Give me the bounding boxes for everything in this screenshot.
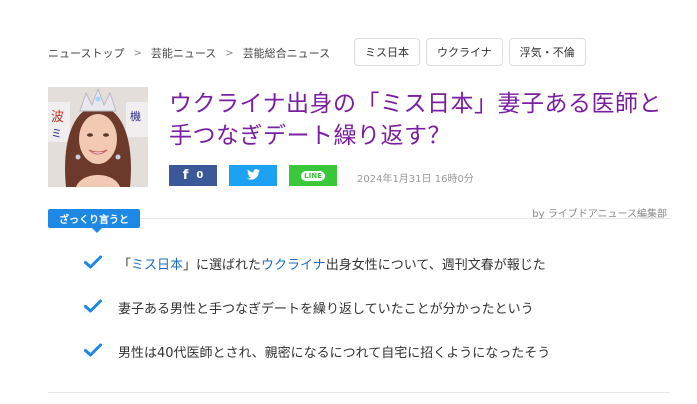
summary-item: 「ミス日本」に選ばれたウクライナ出身女性について、週刊文春が報じた bbox=[84, 252, 684, 274]
summary-item-text: 男性は40代医師とされ、親密になるにつれて自宅に招くようになったそう bbox=[118, 345, 551, 361]
tag-affair[interactable]: 浮気・不倫 bbox=[508, 38, 586, 66]
summary-item-text: 「ミス日本」に選ばれたウクライナ出身女性について、週刊文春が報じた bbox=[118, 254, 546, 273]
tag-miss-japan[interactable]: ミス日本 bbox=[354, 38, 420, 66]
facebook-icon: f bbox=[182, 168, 189, 183]
article-title: ウクライナ出身の「ミス日本」妻子ある医師と手つなぎデート繰り返す？ bbox=[169, 91, 663, 149]
summary-item-text: 妻子ある男性と手つなぎデートを繰り返していたことが分かったという bbox=[118, 301, 534, 317]
article-thumbnail[interactable]: 波 ミ 機 bbox=[48, 87, 148, 187]
article-date: 2024年1月31日 16時0分 bbox=[357, 174, 474, 185]
text-fragment: 」に選ばれた bbox=[183, 257, 262, 273]
chevron-right-icon: > bbox=[133, 47, 142, 59]
line-icon: LINE bbox=[301, 170, 325, 181]
divider bbox=[48, 392, 670, 393]
breadcrumb: ニューストップ > 芸能ニュース > 芸能総合ニュース bbox=[48, 40, 330, 66]
svg-text:ミ: ミ bbox=[51, 127, 62, 140]
tag-list: ミス日本 ウクライナ 浮気・不倫 bbox=[354, 38, 586, 66]
svg-text:機: 機 bbox=[130, 109, 141, 123]
text-fragment: 「 bbox=[118, 257, 132, 273]
breadcrumb-entertainment-news[interactable]: 芸能ニュース bbox=[151, 45, 216, 61]
svg-text:波: 波 bbox=[51, 110, 64, 125]
breadcrumb-general-entertainment[interactable]: 芸能総合ニュース bbox=[243, 45, 330, 61]
link-miss-japan[interactable]: ミス日本 bbox=[131, 258, 183, 273]
summary-item: 男性は40代医師とされ、親密になるにつれて自宅に招くようになったそう bbox=[84, 340, 684, 362]
check-icon bbox=[84, 254, 104, 273]
twitter-share-button[interactable] bbox=[229, 165, 277, 186]
share-bar: f 0 LINE bbox=[169, 165, 337, 186]
text-fragment: 出身女性について、週刊文春が報じた bbox=[325, 257, 546, 273]
chevron-right-icon: > bbox=[225, 47, 234, 59]
tag-ukraine[interactable]: ウクライナ bbox=[426, 38, 503, 66]
link-ukraine[interactable]: ウクライナ bbox=[261, 258, 326, 273]
facebook-share-count: 0 bbox=[196, 170, 204, 181]
summary-list: 「ミス日本」に選ばれたウクライナ出身女性について、週刊文春が報じた 妻子ある男性… bbox=[84, 252, 684, 384]
breadcrumb-news-top[interactable]: ニューストップ bbox=[48, 45, 124, 61]
facebook-share-button[interactable]: f 0 bbox=[169, 165, 217, 186]
check-icon bbox=[84, 298, 104, 317]
check-icon bbox=[84, 342, 104, 361]
article-byline: by ライブドアニュース編集部 bbox=[532, 209, 667, 220]
summary-item: 妻子ある男性と手つなぎデートを繰り返していたことが分かったという bbox=[84, 296, 684, 318]
line-share-button[interactable]: LINE bbox=[289, 165, 337, 186]
twitter-icon bbox=[246, 168, 260, 183]
summary-label: ざっくり言うと bbox=[48, 209, 140, 233]
